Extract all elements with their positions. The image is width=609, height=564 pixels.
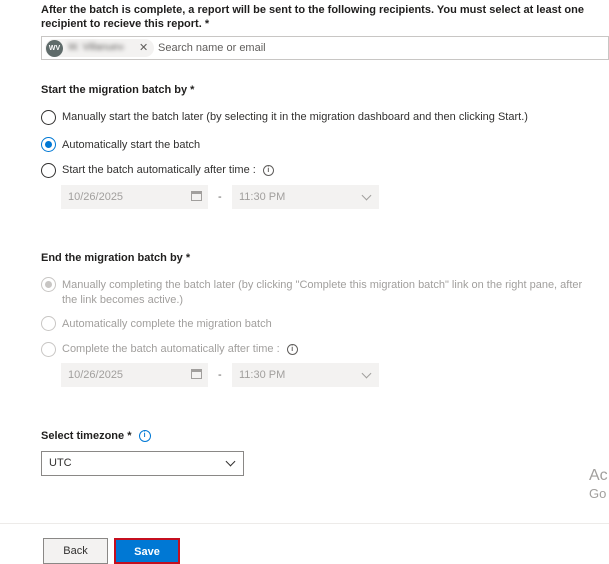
activation-watermark: Ac Go xyxy=(589,465,608,501)
info-icon[interactable]: i xyxy=(262,164,274,176)
start-time-value: 11:30 PM xyxy=(239,191,286,203)
footer-divider xyxy=(0,523,609,524)
chevron-down-icon xyxy=(361,368,372,379)
recipient-picker[interactable]: WV W. Villanueva ✕ xyxy=(41,36,609,60)
avatar: WV xyxy=(46,40,63,57)
start-manual-radio[interactable] xyxy=(41,110,56,125)
chevron-down-icon xyxy=(361,190,372,201)
start-separator: - xyxy=(218,191,222,203)
end-heading: End the migration batch by * xyxy=(41,252,191,264)
start-time-field[interactable]: 11:30 PM xyxy=(232,185,379,209)
timezone-value: UTC xyxy=(49,457,72,469)
remove-recipient-icon[interactable]: ✕ xyxy=(139,41,148,54)
end-time-value: 11:30 PM xyxy=(239,369,286,381)
end-date-field[interactable]: 10/26/2025 xyxy=(61,363,208,387)
end-auto-label: Automatically complete the migration bat… xyxy=(62,318,272,330)
watermark-line1: Ac xyxy=(589,467,608,484)
end-time-field[interactable]: 11:30 PM xyxy=(232,363,379,387)
start-date-field[interactable]: 10/26/2025 xyxy=(61,185,208,209)
watermark-line2: Go xyxy=(589,486,607,501)
back-button[interactable]: Back xyxy=(43,538,108,564)
recipient-search-input[interactable] xyxy=(158,40,458,56)
end-date-value: 10/26/2025 xyxy=(68,369,124,381)
recipient-chip-name: W. Villanueva xyxy=(68,42,124,53)
end-manual-radio[interactable] xyxy=(41,277,56,292)
end-manual-label-line2: the link becomes active.) xyxy=(62,294,184,306)
timezone-label-wrap: Select timezone * i xyxy=(41,430,151,443)
chevron-down-icon xyxy=(225,456,236,467)
end-after-time-label: Complete the batch automatically after t… xyxy=(62,343,280,355)
save-button[interactable]: Save xyxy=(114,538,180,564)
start-after-time-label: Start the batch automatically after time… xyxy=(62,164,256,176)
end-after-time-radio[interactable] xyxy=(41,342,56,357)
start-after-time-radio[interactable] xyxy=(41,163,56,178)
end-manual-label-line1: Manually completing the batch later (by … xyxy=(62,279,583,291)
start-auto-radio[interactable] xyxy=(41,137,56,152)
info-icon[interactable]: i xyxy=(286,343,298,355)
start-after-time-label-wrap: Start the batch automatically after time… xyxy=(62,164,274,176)
end-after-time-label-wrap: Complete the batch automatically after t… xyxy=(62,343,298,355)
timezone-label: Select timezone * xyxy=(41,430,132,442)
info-icon[interactable]: i xyxy=(138,430,151,443)
calendar-icon[interactable] xyxy=(191,369,202,379)
calendar-icon[interactable] xyxy=(191,191,202,201)
timezone-select[interactable]: UTC xyxy=(41,451,244,476)
end-manual-label: Manually completing the batch later (by … xyxy=(62,278,582,308)
start-heading: Start the migration batch by * xyxy=(41,84,195,96)
end-separator: - xyxy=(218,369,222,381)
start-date-value: 10/26/2025 xyxy=(68,191,124,203)
recipient-chip[interactable]: WV W. Villanueva ✕ xyxy=(45,39,154,57)
recipients-instructions: After the batch is complete, a report wi… xyxy=(41,4,584,30)
start-auto-label: Automatically start the batch xyxy=(62,139,201,151)
end-auto-radio[interactable] xyxy=(41,316,56,331)
start-manual-label: Manually start the batch later (by selec… xyxy=(62,111,528,123)
